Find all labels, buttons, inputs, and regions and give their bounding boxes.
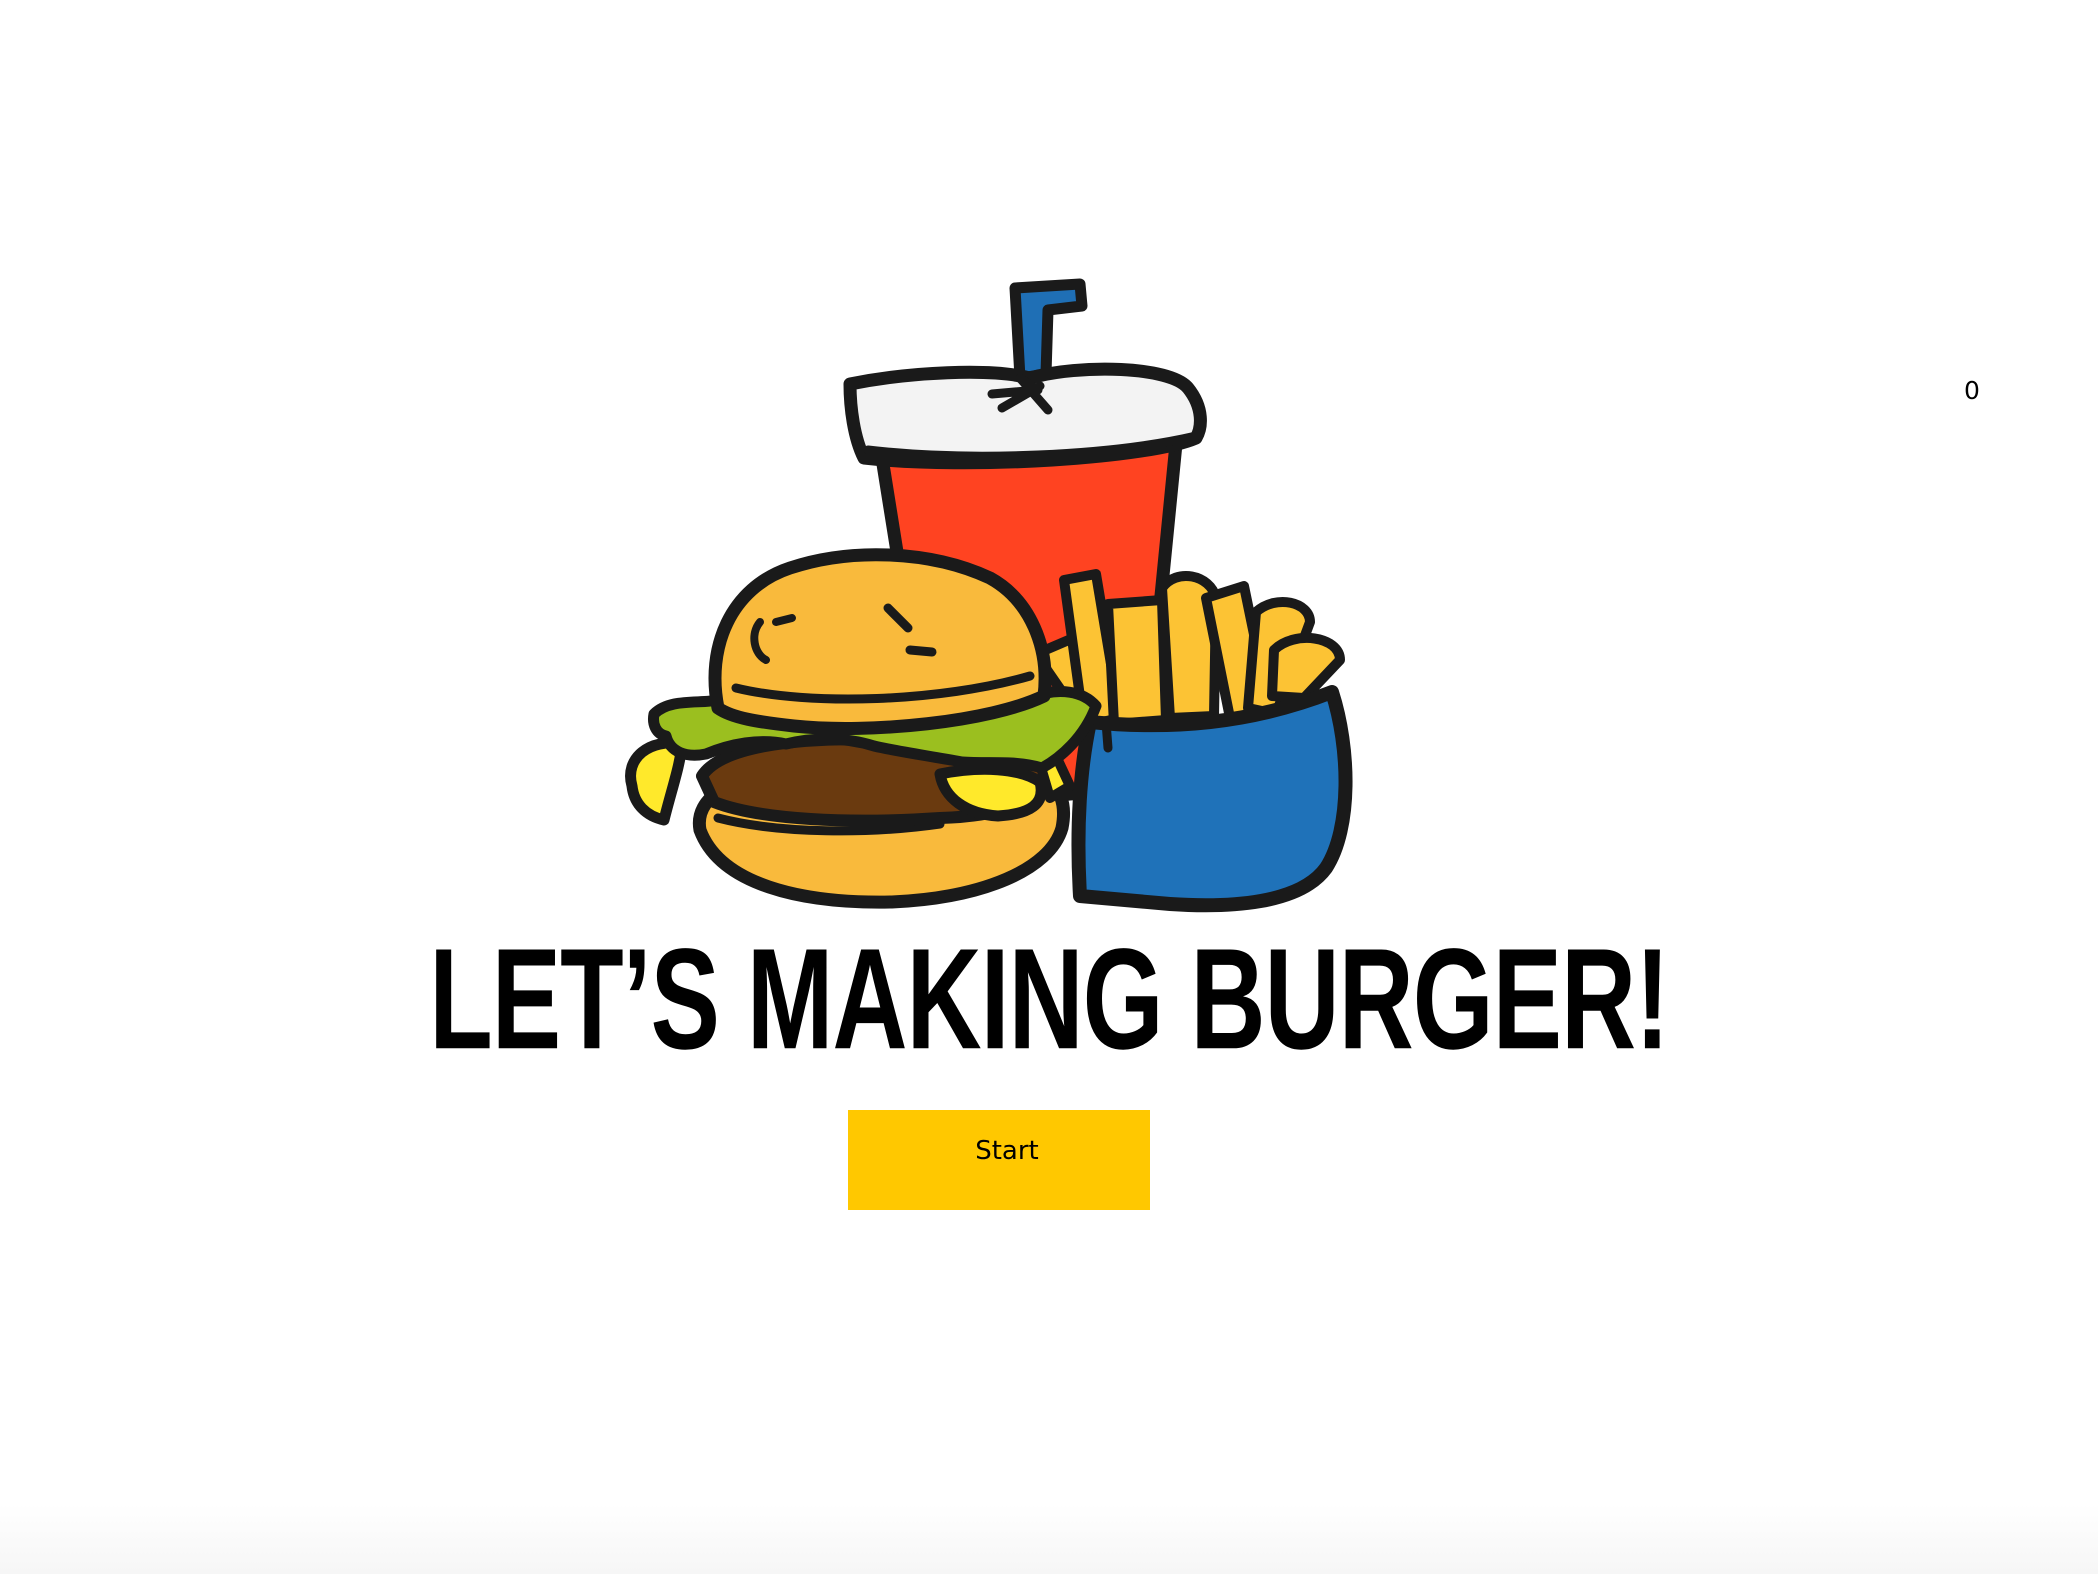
game-title: LET’S MAKING BURGER!: [0, 920, 2098, 1080]
start-button[interactable]: Start: [848, 1110, 1150, 1210]
bottom-shade: [0, 1504, 2098, 1574]
score-counter: 0: [1964, 376, 1980, 405]
fast-food-logo: [625, 278, 1353, 913]
burger-icon: [625, 548, 1102, 909]
game-title-text: LET’S MAKING BURGER!: [429, 919, 1670, 1081]
start-button-label: Start: [975, 1136, 1039, 1166]
